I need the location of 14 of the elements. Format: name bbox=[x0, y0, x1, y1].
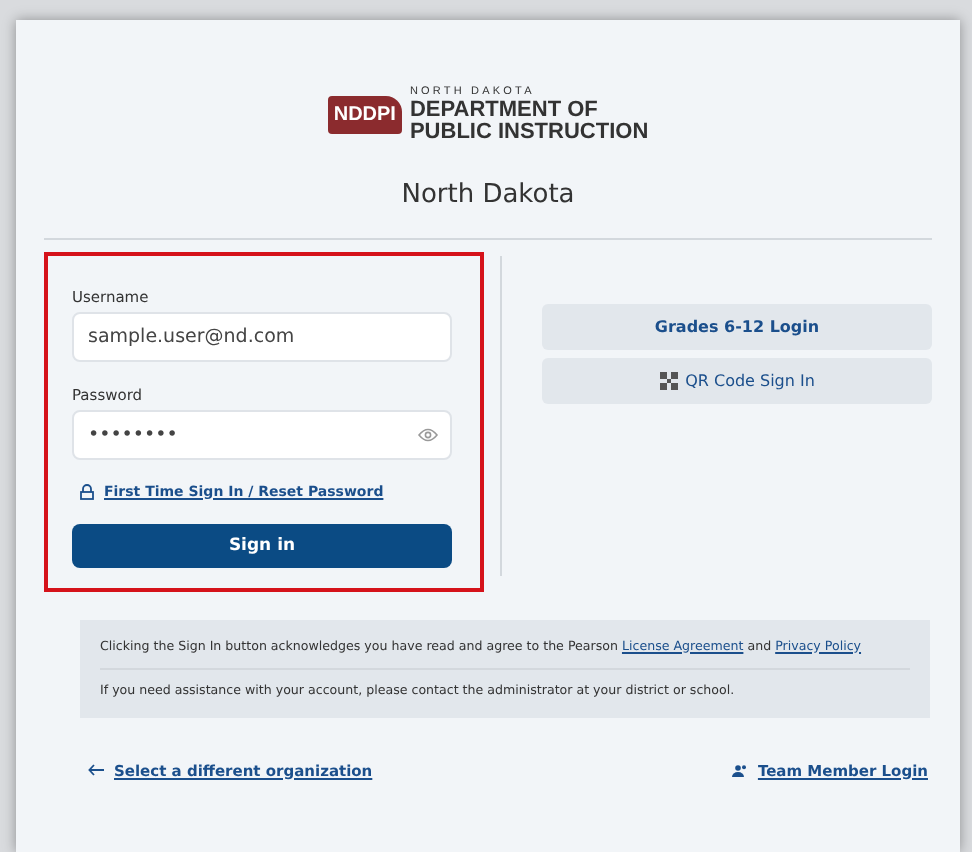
back-arrow-icon bbox=[88, 764, 104, 776]
username-field[interactable]: sample.user@nd.com bbox=[72, 311, 452, 361]
organization-title: North Dakota bbox=[399, 179, 577, 209]
password-field[interactable]: •••••••• bbox=[72, 409, 452, 459]
logo-name-text: DEPARTMENT OF bbox=[409, 99, 600, 121]
logo-badge: NDDPI bbox=[327, 96, 402, 135]
logo-name-text: PUBLIC INSTRUCTION bbox=[409, 121, 649, 143]
sign-in-button[interactable]: Sign in bbox=[72, 523, 452, 567]
lock-icon bbox=[80, 483, 94, 499]
alternate-login-button[interactable]: Grades 6-12 Login bbox=[542, 303, 932, 349]
people-icon bbox=[731, 763, 748, 777]
eye-icon[interactable] bbox=[418, 427, 438, 441]
qr-code-icon bbox=[659, 371, 678, 389]
alternate-login-button[interactable]: QR Code Sign In bbox=[542, 357, 932, 403]
